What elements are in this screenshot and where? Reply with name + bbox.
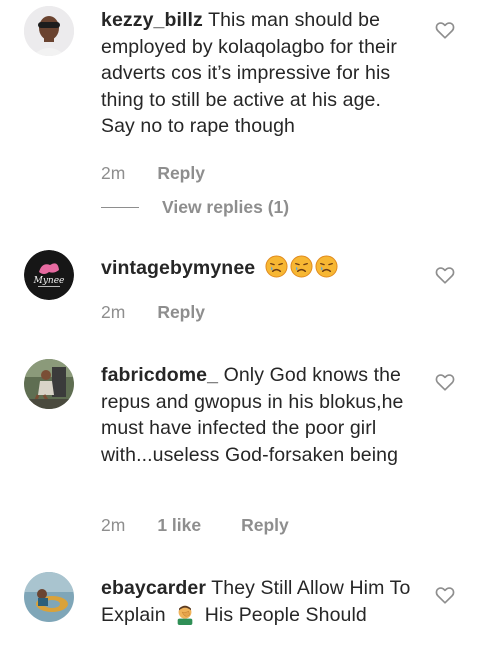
divider bbox=[101, 206, 139, 209]
username[interactable]: vintagebymynee bbox=[101, 257, 255, 279]
crying-face-icon bbox=[290, 255, 313, 278]
comment-meta: 2m Reply bbox=[101, 302, 205, 323]
username[interactable]: ebaycarder bbox=[101, 577, 206, 599]
avatar[interactable] bbox=[24, 6, 74, 56]
likes-count[interactable]: 1 like bbox=[157, 515, 201, 536]
avatar-logo-text: Mynee bbox=[33, 276, 65, 286]
username[interactable]: kezzy_billz bbox=[101, 9, 203, 31]
crying-face-icon bbox=[315, 255, 338, 278]
reply-button[interactable]: Reply bbox=[157, 302, 205, 323]
comment-text: ebaycarder They Still Allow Him To Expla… bbox=[101, 575, 416, 628]
comment-text: vintagebymynee bbox=[101, 255, 416, 282]
comment-meta: 2m 1 like Reply bbox=[101, 515, 289, 536]
view-replies-label: View replies (1) bbox=[162, 197, 290, 217]
avatar[interactable] bbox=[24, 572, 74, 622]
comment-text: kezzy_billz This man should be employed … bbox=[101, 7, 416, 140]
comment-meta: 2m Reply bbox=[101, 163, 205, 184]
comment-body-continued: His People Should bbox=[204, 603, 367, 626]
avatar[interactable] bbox=[24, 359, 74, 409]
username[interactable]: fabricdome_ bbox=[101, 364, 218, 386]
reply-button[interactable]: Reply bbox=[241, 515, 289, 536]
view-replies-button[interactable]: View replies (1) bbox=[101, 197, 289, 218]
emoji-group bbox=[265, 255, 340, 279]
timestamp: 2m bbox=[101, 163, 126, 183]
timestamp: 2m bbox=[101, 515, 126, 535]
heart-icon[interactable] bbox=[434, 19, 456, 41]
heart-icon[interactable] bbox=[434, 584, 456, 606]
man-facepalming-icon bbox=[177, 605, 193, 625]
comment-text: fabricdome_ Only God knows the repus and… bbox=[101, 362, 416, 468]
heart-icon[interactable] bbox=[434, 371, 456, 393]
heart-icon[interactable] bbox=[434, 264, 456, 286]
timestamp: 2m bbox=[101, 302, 126, 322]
avatar[interactable]: Mynee bbox=[24, 250, 74, 300]
reply-button[interactable]: Reply bbox=[157, 163, 205, 184]
crying-face-icon bbox=[265, 255, 288, 278]
